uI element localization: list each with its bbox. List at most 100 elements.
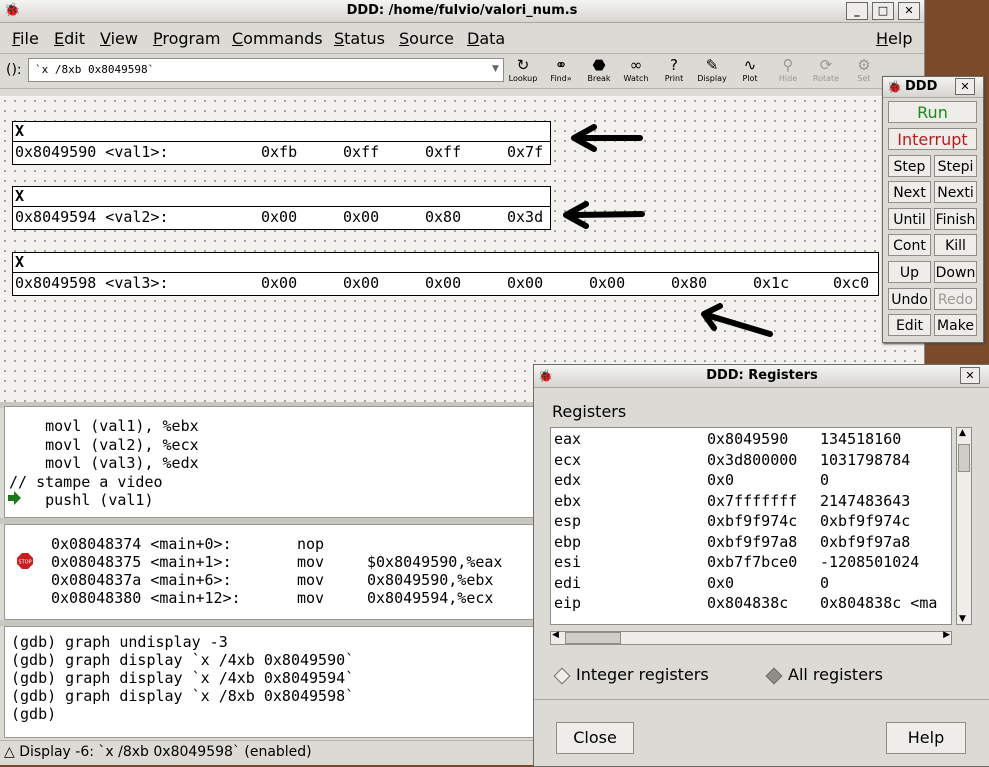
app-bug-icon: 🐞 [4,3,21,18]
watch-button[interactable]: ∞ Watch [618,56,654,83]
data-box-val2[interactable]: X 0x8049594 <val2>: 0x00 0x00 0x80 0x3d [12,186,551,230]
radio-diamond-icon [553,667,571,684]
data-box-title: X [13,187,550,207]
annotation-arrow-1 [571,124,643,152]
registers-close-x-button[interactable]: ✕ [960,367,980,384]
register-row[interactable]: edx 0x0 0 [551,471,951,491]
console-line: (gdb) graph display `x /4xb 0x8049594` [11,669,355,687]
data-address-label: 0x8049590 <val1>: [15,143,169,161]
register-vertical-scrollbar[interactable]: ▲ ▼ [956,427,972,625]
help-button[interactable]: Help [886,722,966,754]
menu-program[interactable]: Program [153,29,221,48]
dialog-separator [534,699,989,700]
source-line: pushl (val1) [9,491,154,509]
machine-code-pane[interactable]: STOP 0x08048374 <main+0>: nop 0x08048375… [4,524,536,620]
menu-source[interactable]: Source [399,29,454,48]
close-button[interactable]: Close [556,722,634,754]
redo-button[interactable]: Redo [934,288,977,310]
register-row[interactable]: esp 0xbf9f974c 0xbf9f974c [551,512,951,532]
display-button[interactable]: ✎ Display [694,56,730,83]
binoculars-icon: ⚭ [554,56,568,74]
make-button[interactable]: Make [934,314,977,336]
data-byte: 0x00 [589,274,626,292]
rotate-button[interactable]: ⟳ Rotate [808,56,844,83]
interrupt-button[interactable]: Interrupt [888,128,977,150]
lookup-button[interactable]: ↻ Lookup [505,56,541,83]
menu-edit[interactable]: Edit [54,29,85,48]
cont-button[interactable]: Cont [888,234,931,256]
kill-button[interactable]: Kill [934,234,977,256]
argument-input[interactable]: `x /8xb 0x8049598` [28,58,504,82]
data-byte: 0x1c [753,274,790,292]
nexti-button[interactable]: Nexti [934,181,977,203]
register-horizontal-scrollbar[interactable]: ◀ ▶ [550,630,952,645]
undo-button[interactable]: Undo [888,288,931,310]
scroll-left-icon[interactable]: ◀ [552,630,559,640]
menu-status[interactable]: Status [334,29,385,48]
gdb-console[interactable]: (gdb) graph undisplay -3 (gdb) graph dis… [4,626,536,738]
data-byte: 0x00 [507,274,544,292]
scrollbar-thumb[interactable] [958,444,970,472]
find-button[interactable]: ⚭ Find» [543,56,579,83]
register-row[interactable]: esi 0xb7f7bce0 -1208501024 [551,553,951,573]
step-button[interactable]: Step [888,155,931,177]
stepi-button[interactable]: Stepi [934,155,977,177]
next-button[interactable]: Next [888,181,931,203]
menu-file[interactable]: File [12,29,39,48]
breakpoint-stop-icon[interactable]: STOP [17,553,33,569]
all-registers-radio[interactable]: All registers [765,665,883,684]
asm-opcode: mov [297,553,325,571]
print-button[interactable]: ? Print [656,56,692,83]
arg-label: (): [6,62,22,78]
close-window-button[interactable]: ✕ [898,2,920,20]
run-button[interactable]: Run [888,101,977,123]
register-row[interactable]: ecx 0x3d800000 1031798784 [551,451,951,471]
integer-registers-radio[interactable]: Integer registers [553,665,709,684]
register-row[interactable]: eax 0x8049590 134518160 [551,430,951,450]
scroll-right-icon[interactable]: ▶ [943,630,950,640]
stop-sign-icon: ⬣ [592,56,606,74]
data-box-val3[interactable]: X 0x8049598 <val3>: 0x00 0x00 0x00 0x00 … [12,252,879,296]
hide-button[interactable]: ⚲ Hide [770,56,806,83]
data-display-area[interactable]: X 0x8049590 <val1>: 0xfb 0xff 0xff 0x7f … [0,96,924,404]
arg-dropdown-icon[interactable]: ▼ [492,64,499,74]
data-box-row: 0x8049590 <val1>: 0xfb 0xff 0xff 0x7f [13,142,550,162]
data-byte: 0x00 [343,274,380,292]
maximize-button[interactable]: □ [872,2,894,20]
set-button[interactable]: ⚙ Set [846,56,882,83]
break-button[interactable]: ⬣ Break [581,56,617,83]
scroll-down-icon[interactable]: ▼ [959,614,966,624]
register-list[interactable]: eax 0x8049590 134518160 ecx 0x3d800000 10317… [550,427,952,625]
rotate-icon: ⟳ [819,56,833,74]
question-icon: ? [670,56,678,74]
data-box-title: X [13,122,550,142]
panel-close-button[interactable]: ✕ [955,78,975,95]
menu-help[interactable]: Help [876,29,912,48]
down-button[interactable]: Down [934,261,977,283]
data-byte: 0x00 [261,274,298,292]
source-pane[interactable]: movl (val1), %ebx movl (val2), %ecx movl… [4,406,536,518]
scroll-up-icon[interactable]: ▲ [959,428,966,438]
register-row[interactable]: ebp 0xbf9f97a8 0xbf9f97a8 [551,533,951,553]
registers-titlebar: 🐞 DDD: Registers ✕ [534,365,989,388]
data-box-val1[interactable]: X 0x8049590 <val1>: 0xfb 0xff 0xff 0x7f [12,121,551,165]
minimize-button[interactable]: _ [846,2,868,20]
register-row[interactable]: eip 0x804838c 0x804838c <ma [551,594,951,614]
asm-opcode: nop [297,535,325,553]
up-button[interactable]: Up [888,261,931,283]
asm-address: 0x0804837a <main+6>: [51,571,232,589]
finish-button[interactable]: Finish [934,208,977,230]
menu-view[interactable]: View [100,29,138,48]
register-row[interactable]: ebx 0x7fffffff 2147483643 [551,492,951,512]
annotation-arrow-2 [563,201,645,229]
until-button[interactable]: Until [888,208,931,230]
set-icon: ⚙ [857,56,871,74]
menu-data[interactable]: Data [467,29,505,48]
plot-button[interactable]: ∿ Plot [732,56,768,83]
source-line: movl (val1), %ebx [9,417,199,435]
console-prompt[interactable]: (gdb) [5,705,535,723]
register-row[interactable]: edi 0x0 0 [551,574,951,594]
scrollbar-thumb[interactable] [565,632,621,644]
menu-commands[interactable]: Commands [232,29,323,48]
edit-button[interactable]: Edit [888,314,931,336]
